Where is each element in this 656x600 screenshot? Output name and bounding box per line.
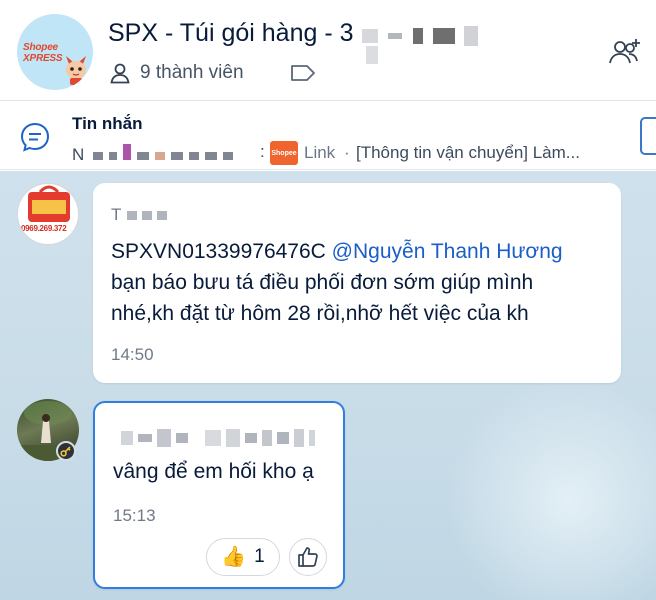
shop-logo-icon	[26, 185, 72, 234]
member-count: 9 thành viên	[140, 62, 244, 83]
chat-background-glow	[440, 381, 656, 600]
add-member-icon[interactable]	[608, 36, 642, 66]
person-icon	[110, 63, 130, 84]
pinned-sender-initial: N	[72, 145, 85, 164]
thumbs-up-emoji-icon: 👍	[221, 546, 247, 568]
sender-avatar[interactable]: 0969.269.372	[17, 183, 79, 245]
key-icon	[56, 441, 76, 461]
chat-header: Shopee XPRESS SPX - Túi gói hàng - 3 9 t…	[0, 0, 656, 100]
thumbs-up-icon	[298, 547, 318, 567]
group-avatar[interactable]: Shopee XPRESS	[17, 14, 93, 90]
title-redaction	[362, 26, 492, 64]
sender-initial: T	[111, 205, 122, 224]
pinned-preview[interactable]: [Thông tin vận chuyển] Làm...	[356, 143, 608, 163]
reaction-chip[interactable]: 👍 1	[206, 538, 280, 576]
tag-icon[interactable]	[290, 63, 316, 83]
message-text-line-3: nhé,kh đặt từ hôm 28 rồi,nhỡ hết việc củ…	[111, 302, 529, 325]
sender-name-redaction: T	[111, 205, 172, 225]
message-text-line-1: SPXVN01339976476C @Nguyễn Thanh Hương	[111, 240, 563, 263]
message-text-line-2: bạn báo bưu tá điều phối đơn sớm giúp mì…	[111, 271, 534, 294]
sender-avatar-phone: 0969.269.372	[21, 224, 67, 233]
add-reaction-button[interactable]	[289, 538, 327, 576]
pinned-link-label[interactable]: Link	[304, 143, 335, 163]
message-text: vâng để em hối kho ạ	[113, 460, 314, 483]
reaction-count: 1	[254, 546, 265, 567]
pinned-title: Tin nhắn	[72, 114, 143, 133]
member-count-row[interactable]: 9 thành viên	[108, 60, 244, 86]
group-title: SPX - Túi gói hàng - 3	[108, 19, 354, 47]
sender-name-redaction	[121, 429, 320, 447]
mention-link[interactable]: @Nguyễn Thanh Hương	[332, 240, 563, 263]
message-time: 14:50	[111, 345, 154, 364]
shopee-badge: Shopee	[270, 141, 298, 165]
pinned-dot: ·	[344, 143, 350, 162]
message-icon	[20, 122, 50, 152]
pinned-sender-redaction: N	[72, 144, 262, 164]
message-time: 15:13	[113, 506, 156, 525]
pinned-expand-button[interactable]	[640, 117, 656, 155]
pinned-separator: :	[260, 142, 265, 161]
shopee-mascot-icon	[66, 56, 86, 85]
